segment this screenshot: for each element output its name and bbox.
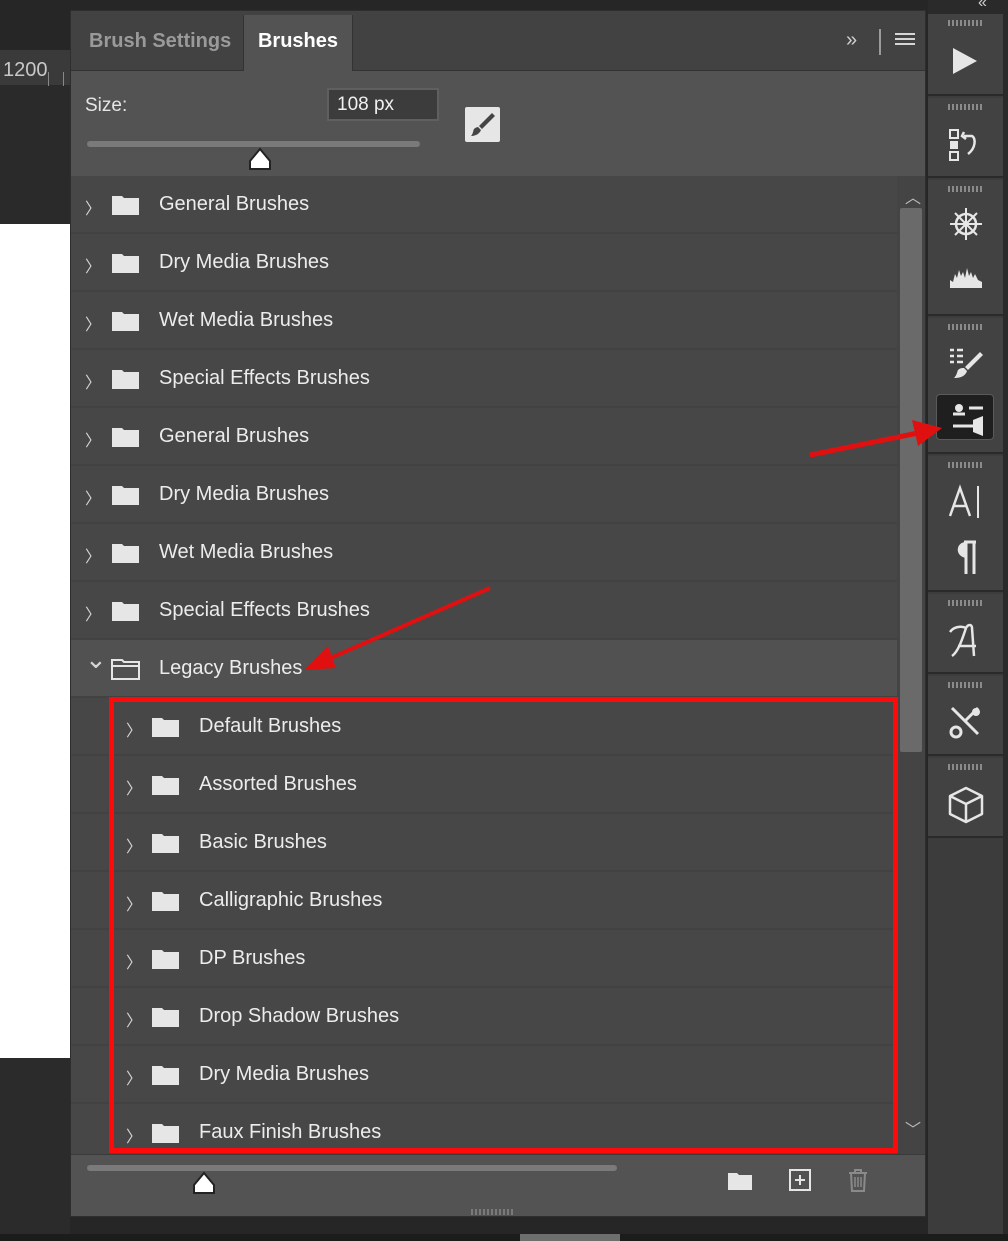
ruler-tick [48, 72, 49, 86]
expand-panels-icon[interactable]: » [846, 29, 857, 52]
brush-group-label: General Brushes [159, 425, 310, 447]
chevron-right-icon[interactable]: 〉 [85, 311, 101, 335]
brush-tip-icon[interactable] [465, 107, 500, 142]
dock-group-glyphs [928, 594, 1003, 674]
chevron-right-icon[interactable]: 〉 [85, 253, 101, 277]
dock-grip[interactable] [948, 764, 984, 770]
status-bar [0, 1234, 1008, 1241]
chevron-right-icon[interactable]: 〉 [85, 369, 101, 393]
folder-icon [111, 252, 141, 274]
horizontal-ruler: 1200 [0, 50, 70, 86]
dock-group-3d [928, 758, 1003, 838]
status-bar-scroll[interactable] [520, 1234, 620, 1241]
brush-group-row[interactable]: 〉 Wet Media Brushes [71, 292, 897, 350]
dock-grip[interactable] [948, 600, 984, 606]
play-icon[interactable] [936, 38, 994, 84]
chevron-right-icon[interactable]: 〉 [85, 195, 101, 219]
chevron-down-icon[interactable]: ⌄ [85, 644, 107, 675]
histogram-icon[interactable] [936, 254, 994, 300]
chevron-right-icon[interactable]: 〉 [85, 427, 101, 451]
brush-group-row[interactable]: ⌄ Legacy Brushes [71, 640, 897, 698]
brush-group-row[interactable]: 〉 General Brushes [71, 176, 897, 234]
paragraph-icon[interactable] [936, 534, 994, 580]
tab-brushes[interactable]: Brushes [243, 15, 353, 71]
brush-group-label: Legacy Brushes [159, 657, 303, 679]
brush-group-row[interactable]: 〉 Dry Media Brushes [71, 466, 897, 524]
brush-group-label: Special Effects Brushes [159, 367, 370, 389]
character-icon[interactable] [936, 478, 994, 524]
history-icon[interactable] [936, 120, 994, 166]
ruler-value: 1200 [3, 59, 48, 81]
brush-group-label: Dry Media Brushes [159, 483, 330, 505]
brush-group-row[interactable]: 〉 Special Effects Brushes [71, 582, 897, 640]
panel-resize-grip[interactable] [471, 1209, 513, 1215]
preview-size-slider-thumb[interactable] [191, 1171, 217, 1195]
brush-group-row[interactable]: 〉 General Brushes [71, 408, 897, 466]
dock-group-navigator [928, 180, 1003, 316]
panel-tab-bar: Brush Settings Brushes » [71, 11, 925, 71]
dock-grip[interactable] [948, 104, 984, 110]
folder-icon [111, 194, 141, 216]
canvas-pasteboard [0, 1058, 70, 1241]
glyphs-icon[interactable] [936, 616, 994, 662]
chevron-right-icon[interactable]: 〉 [85, 485, 101, 509]
chevron-right-icon[interactable]: 〉 [85, 543, 101, 567]
brush-group-label: Wet Media Brushes [159, 541, 334, 563]
brush-group-label: Special Effects Brushes [159, 599, 370, 621]
collapse-dock-icon[interactable]: « [978, 0, 987, 12]
folder-icon [111, 426, 141, 448]
brush-group-row[interactable]: 〉 Special Effects Brushes [71, 350, 897, 408]
preview-size-slider-track[interactable] [87, 1165, 617, 1171]
dock-grip[interactable] [948, 186, 984, 192]
dock-group-brushes [928, 318, 1003, 454]
chevron-right-icon[interactable]: 〉 [85, 601, 101, 625]
folder-icon [111, 600, 141, 622]
trash-icon[interactable] [845, 1167, 871, 1193]
brush-group-row[interactable]: 〉 Wet Media Brushes [71, 524, 897, 582]
ruler-tick [63, 72, 64, 86]
size-input[interactable] [327, 88, 439, 121]
dock-group-history [928, 98, 1003, 178]
document-canvas[interactable] [0, 224, 70, 1058]
size-label: Size: [85, 95, 128, 116]
folder-icon [111, 542, 141, 564]
panel-footer [71, 1154, 925, 1206]
navigator-icon[interactable] [936, 200, 994, 246]
tabbar-divider [879, 29, 881, 55]
folder-icon [111, 368, 141, 390]
new-group-folder-icon[interactable] [727, 1167, 753, 1193]
brush-group-label: Dry Media Brushes [159, 251, 330, 273]
scroll-up-icon[interactable]: ︿ [905, 184, 921, 208]
folder-icon [111, 310, 141, 332]
new-brush-icon[interactable] [787, 1167, 813, 1193]
photoshop-workspace: 1200 Brush Settings Brushes » Size: 〉 Gen… [0, 0, 1008, 1241]
legacy-brushes-highlight-box [109, 697, 898, 1153]
dock-grip[interactable] [948, 324, 984, 330]
dock-group-type [928, 456, 1003, 592]
brushes-panel-icon[interactable] [936, 394, 994, 440]
tab-brush-settings[interactable]: Brush Settings [89, 15, 231, 71]
size-slider-thumb[interactable] [247, 147, 273, 171]
scroll-down-icon[interactable]: ﹀ [905, 1116, 921, 1140]
dock-grip[interactable] [948, 682, 984, 688]
brush-group-label: General Brushes [159, 193, 310, 215]
panel-menu-icon[interactable] [895, 33, 915, 49]
tools-icon[interactable] [936, 698, 994, 744]
dock-group-tools [928, 676, 1003, 756]
folder-open-icon [111, 658, 141, 680]
brush-group-row[interactable]: 〉 Dry Media Brushes [71, 234, 897, 292]
3d-icon[interactable] [936, 780, 994, 826]
dock-grip[interactable] [948, 462, 984, 468]
brush-presets-icon[interactable] [936, 338, 994, 384]
scroll-thumb[interactable] [900, 208, 922, 752]
brush-group-label: Wet Media Brushes [159, 309, 334, 331]
canvas-pasteboard [0, 86, 70, 224]
dock-grip[interactable] [948, 20, 984, 26]
list-scrollbar[interactable]: ︿ ﹀ [897, 176, 925, 1154]
dock-group-actions [928, 14, 1003, 96]
folder-icon [111, 484, 141, 506]
